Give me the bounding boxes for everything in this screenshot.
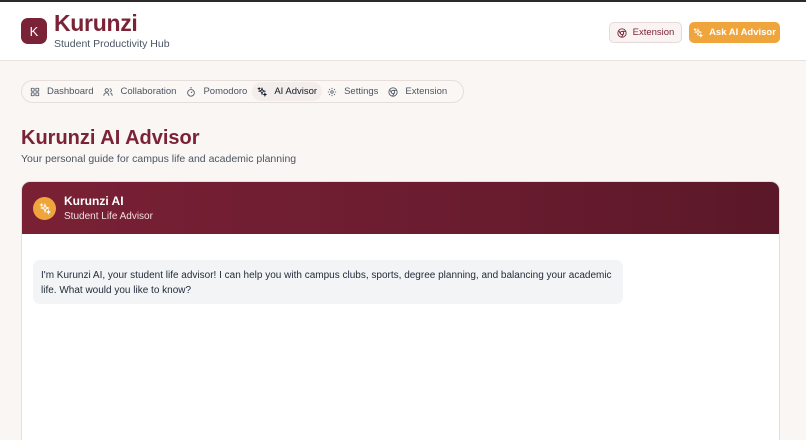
tab-dashboard[interactable]: Dashboard bbox=[25, 82, 98, 101]
timer-icon bbox=[187, 86, 196, 97]
logo-letter: K bbox=[29, 23, 39, 39]
tab-label: AI Advisor bbox=[274, 86, 318, 97]
sparkles-icon bbox=[38, 202, 51, 215]
grid-icon bbox=[30, 87, 40, 96]
tab-ai-advisor[interactable]: AI Advisor bbox=[252, 82, 323, 101]
tab-pomodoro[interactable]: Pomodoro bbox=[181, 82, 252, 101]
chrome-icon bbox=[388, 86, 399, 97]
tab-label: Extension bbox=[405, 86, 448, 97]
chat-header: Kurunzi AI Student Life Advisor bbox=[22, 182, 779, 234]
extension-button-label: Extension bbox=[632, 27, 675, 38]
page-subtitle: Your personal guide for campus life and … bbox=[21, 153, 297, 165]
ask-ai-advisor-button[interactable]: Ask AI Advisor bbox=[689, 22, 780, 43]
assistant-avatar bbox=[33, 197, 56, 220]
app-title: Kurunzi bbox=[54, 10, 138, 36]
app-subtitle: Student Productivity Hub bbox=[54, 38, 170, 50]
ask-ai-advisor-label: Ask AI Advisor bbox=[709, 27, 776, 38]
app-header: K Kurunzi Student Productivity Hub Exten… bbox=[0, 2, 806, 61]
sparkles-icon bbox=[257, 86, 268, 97]
users-icon bbox=[103, 87, 114, 96]
chat-panel: Kurunzi AI Student Life Advisor I'm Kuru… bbox=[21, 181, 780, 440]
app-logo: K bbox=[21, 18, 47, 44]
tab-settings[interactable]: Settings bbox=[322, 82, 383, 101]
gear-icon bbox=[327, 87, 337, 96]
sparkles-icon bbox=[693, 27, 704, 38]
chrome-icon bbox=[617, 27, 627, 38]
tab-label: Collaboration bbox=[120, 86, 177, 97]
tab-label: Dashboard bbox=[47, 86, 94, 97]
tab-extension[interactable]: Extension bbox=[383, 82, 452, 101]
assistant-message: I'm Kurunzi AI, your student life adviso… bbox=[33, 260, 623, 304]
page-title: Kurunzi AI Advisor bbox=[21, 127, 200, 149]
assistant-name: Kurunzi AI bbox=[64, 194, 124, 208]
extension-button[interactable]: Extension bbox=[609, 22, 682, 43]
tab-collaboration[interactable]: Collaboration bbox=[98, 82, 181, 101]
tab-label: Settings bbox=[344, 86, 379, 97]
main-tab-bar: Dashboard Collaboration Pomodoro AI Advi… bbox=[21, 80, 464, 103]
tab-label: Pomodoro bbox=[203, 86, 248, 97]
assistant-role: Student Life Advisor bbox=[64, 211, 153, 222]
